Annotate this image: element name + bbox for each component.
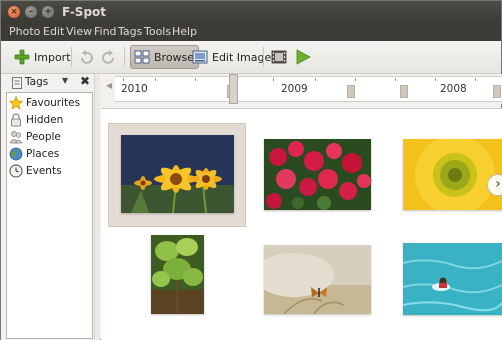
menu-view[interactable]: View [66, 25, 92, 38]
rotate-right-icon [102, 50, 114, 64]
red-flowers-image [264, 139, 371, 210]
timeline-marker [347, 85, 355, 98]
photo-thumbnail[interactable] [264, 245, 371, 314]
title-bar: × – + F-Spot [1, 1, 501, 23]
menu-photo[interactable]: Photo [9, 25, 40, 38]
toolbar-separator [263, 47, 264, 67]
play-icon [296, 49, 311, 65]
timeline-tick [475, 78, 476, 81]
photo-thumbnail[interactable] [403, 139, 502, 210]
import-button[interactable]: Import [14, 45, 71, 69]
photo-grid: › [101, 108, 502, 340]
tag-icon [12, 77, 22, 89]
timeline-tick [435, 78, 436, 81]
edit-image-button[interactable]: Edit Image [192, 45, 271, 69]
toolbar-separator [71, 47, 72, 67]
timeline-tick [273, 78, 274, 81]
photo-thumbnail[interactable] [264, 139, 371, 210]
timeline-bar[interactable]: 2010 2009 2008 [115, 76, 502, 102]
lock-icon [11, 113, 21, 127]
sidebar-item-label: People [26, 131, 61, 143]
slideshow-button[interactable] [295, 45, 311, 69]
timeline-tick [355, 78, 356, 81]
toolbar: Import Browse Edit Image [1, 41, 501, 74]
daisies-image [121, 135, 234, 213]
minimize-icon[interactable]: – [25, 6, 37, 18]
menu-bar: Photo Edit View Find Tags Tools Help [1, 23, 501, 41]
browse-grid-icon [134, 50, 150, 64]
sidebar-item-label: Events [26, 165, 62, 177]
timeline-tick [155, 78, 156, 81]
timeline-slider-handle[interactable] [229, 74, 238, 104]
timeline-tick [395, 78, 396, 81]
sidebar-title: Tags [25, 76, 49, 88]
sidebar-item-label: Favourites [26, 97, 81, 109]
timeline-marker [493, 85, 501, 98]
photo-thumbnail[interactable] [403, 243, 502, 315]
browse-button[interactable]: Browse [130, 45, 200, 69]
window-title: F-Spot [62, 5, 107, 19]
swimmer-image [403, 243, 502, 315]
timeline-marker [400, 85, 408, 98]
clock-icon [9, 164, 23, 178]
timeline-year: 2009 [281, 83, 308, 95]
timeline-tick [315, 78, 316, 81]
maximize-icon[interactable]: + [42, 6, 54, 18]
browse-label: Browse [154, 50, 195, 64]
import-label: Import [34, 50, 71, 64]
timeline-year: 2008 [440, 83, 467, 95]
star-icon [9, 96, 23, 110]
app-window: × – + F-Spot Photo Edit View Find Tags T… [0, 0, 502, 340]
close-icon[interactable]: × [8, 6, 20, 18]
photo-thumbnail[interactable] [121, 135, 234, 213]
edit-image-icon [192, 50, 208, 64]
sidebar-item-events[interactable]: Events [9, 163, 62, 179]
menu-find[interactable]: Find [94, 25, 117, 38]
timeline-tick [195, 78, 196, 81]
sunflower-image [403, 139, 502, 210]
timeline-left-arrow-icon[interactable]: ◀ [106, 81, 112, 90]
leaves-image [151, 235, 204, 314]
sidebar-item-label: Places [26, 148, 60, 160]
rotate-left-button[interactable] [78, 45, 94, 69]
timeline-tick [123, 78, 124, 81]
timeline[interactable]: ◀ 2010 2009 2008 [101, 74, 502, 104]
menu-tags[interactable]: Tags [118, 25, 142, 38]
photo-thumbnail[interactable] [151, 235, 204, 314]
sidebar-item-hidden[interactable]: Hidden [9, 112, 63, 128]
sidebar-header: Tags ▼ ✖ [1, 74, 94, 91]
sidebar-item-people[interactable]: People [9, 129, 61, 145]
sidebar-item-favourites[interactable]: Favourites [9, 95, 80, 111]
fullscreen-button[interactable] [271, 45, 287, 69]
toolbar-separator [124, 47, 125, 67]
next-arrow-icon[interactable]: › [487, 174, 502, 196]
chevron-down-icon[interactable]: ▼ [62, 76, 68, 85]
people-icon [9, 131, 23, 144]
filmstrip-icon [271, 50, 287, 64]
rotate-left-icon [81, 50, 93, 64]
sidebar: Tags ▼ ✖ Favourites Hidden People Places… [1, 74, 94, 340]
menu-tools[interactable]: Tools [144, 25, 171, 38]
timeline-year: 2010 [121, 83, 148, 95]
pane-splitter[interactable] [94, 74, 100, 340]
tag-list: Favourites Hidden People Places Events [6, 92, 93, 339]
menu-help[interactable]: Help [172, 25, 197, 38]
close-sidebar-icon[interactable]: ✖ [80, 74, 90, 88]
sidebar-item-places[interactable]: Places [9, 146, 59, 162]
menu-edit[interactable]: Edit [43, 25, 64, 38]
rotate-right-button[interactable] [101, 45, 117, 69]
sidebar-item-label: Hidden [26, 114, 64, 126]
globe-icon [9, 147, 23, 161]
butterfly-image [264, 245, 371, 314]
add-icon [14, 49, 30, 65]
